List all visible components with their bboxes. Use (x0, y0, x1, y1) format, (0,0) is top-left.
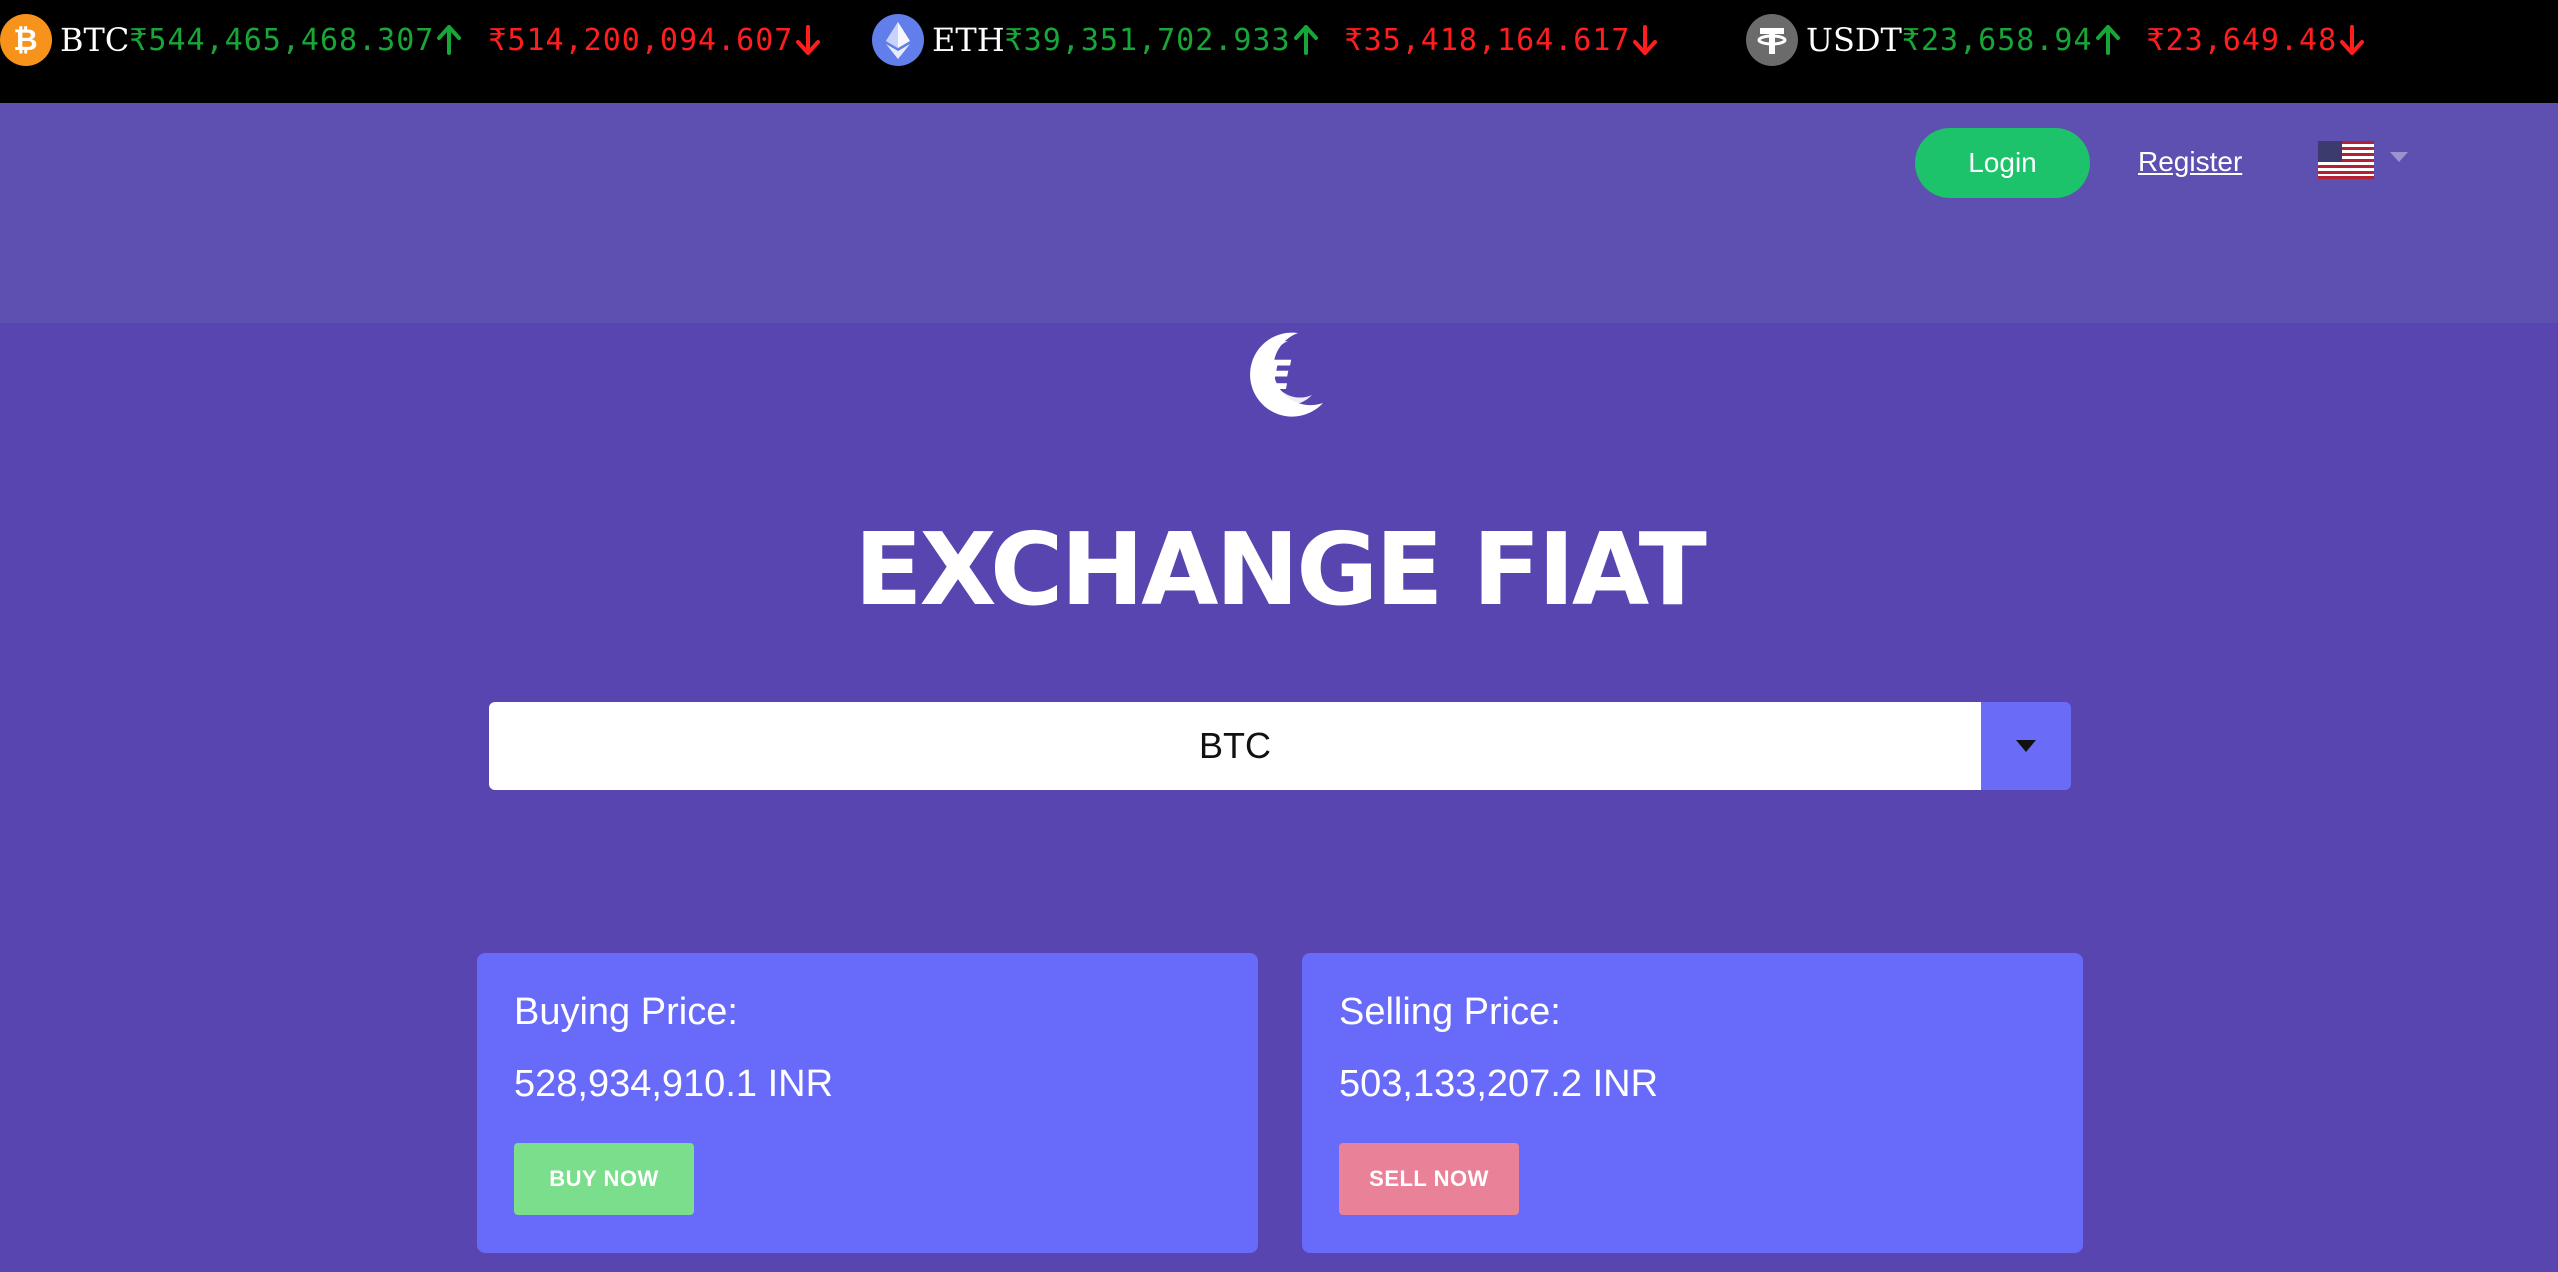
coin-select-value[interactable]: BTC (489, 702, 1981, 790)
selling-price-card: Selling Price: 503,133,207.2 INR SELL NO… (1302, 953, 2083, 1253)
coin-select-toggle[interactable] (1981, 702, 2071, 790)
ticker-low-price: ₹23,649.48 (2146, 22, 2338, 58)
buying-price-label: Buying Price: (514, 991, 738, 1033)
language-selector[interactable] (2318, 141, 2408, 179)
main-content: E EXCHANGE FIAT BTC Buying Price: 528,93… (0, 323, 2558, 1272)
brand-logo-icon: E (1250, 332, 1323, 417)
arrow-down-icon (2339, 25, 2365, 55)
ticker-low-price: ₹35,418,164.617 (1344, 22, 1631, 58)
us-flag-icon (2318, 141, 2374, 179)
ticker-item-eth: ETH ₹39,351,702.933 ₹35,418,164.617 (872, 12, 1658, 68)
selling-price-value: 503,133,207.2 INR (1339, 1063, 1659, 1105)
ticker-high-price: ₹544,465,468.307 (129, 22, 435, 58)
arrow-down-icon (795, 25, 821, 55)
top-header: Login Register (0, 103, 2558, 323)
sell-now-button[interactable]: SELL NOW (1339, 1143, 1519, 1215)
selling-price-label: Selling Price: (1339, 991, 1561, 1033)
ticker-symbol: USDT (1806, 21, 1902, 59)
ticker-high-price: ₹39,351,702.933 (1004, 22, 1291, 58)
bitcoin-icon: ₿ (0, 14, 52, 66)
arrow-up-icon (1293, 25, 1319, 55)
ticker-low-price: ₹514,200,094.607 (488, 22, 794, 58)
login-button[interactable]: Login (1915, 128, 2090, 198)
ticker-item-usdt: USDT ₹23,658.94 ₹23,649.48 (1746, 12, 2365, 68)
chevron-down-icon (2390, 152, 2408, 162)
ticker-item-btc: ₿ BTC ₹544,465,468.307 ₹514,200,094.607 (0, 12, 821, 68)
arrow-down-icon (1632, 25, 1658, 55)
buying-price-card: Buying Price: 528,934,910.1 INR BUY NOW (477, 953, 1258, 1253)
arrow-up-icon (436, 25, 462, 55)
page-title: EXCHANGE FIAT (854, 511, 1707, 628)
buy-now-button[interactable]: BUY NOW (514, 1143, 694, 1215)
ticker-high-price: ₹23,658.94 (1901, 22, 2093, 58)
svg-text:E: E (1264, 353, 1291, 399)
ticker-symbol: BTC (60, 21, 130, 59)
coin-select[interactable]: BTC (489, 702, 2071, 790)
chevron-down-icon (2016, 740, 2036, 752)
ticker-symbol: ETH (932, 21, 1005, 59)
ethereum-icon (872, 14, 924, 66)
arrow-up-icon (2095, 25, 2121, 55)
price-ticker: ₿ BTC ₹544,465,468.307 ₹514,200,094.607 … (0, 0, 2558, 103)
register-link[interactable]: Register (2138, 146, 2242, 178)
buying-price-value: 528,934,910.1 INR (514, 1063, 834, 1105)
tether-icon (1746, 14, 1798, 66)
svg-text:₿: ₿ (13, 23, 38, 58)
